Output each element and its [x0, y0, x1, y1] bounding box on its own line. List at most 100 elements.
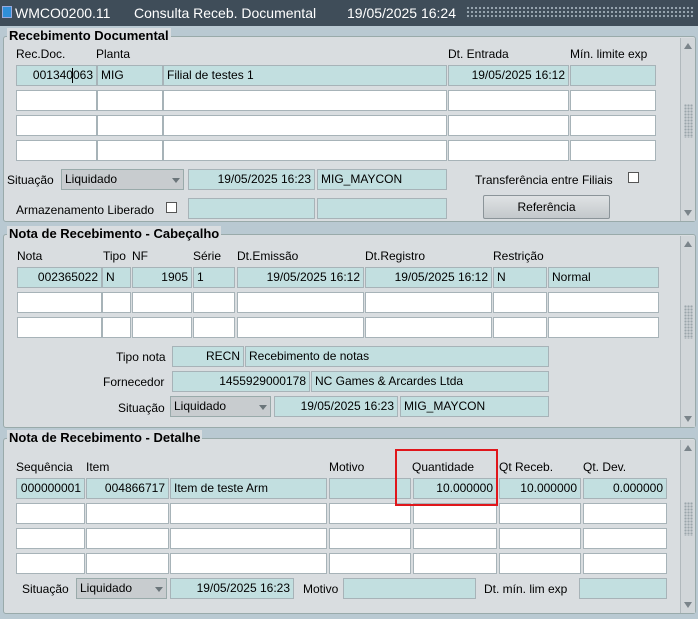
situacao-user-field[interactable]: MIG_MAYCON [317, 169, 447, 190]
qt-dev-field[interactable] [583, 503, 667, 524]
qt-receb-field[interactable] [499, 503, 581, 524]
planta-desc-field[interactable] [163, 115, 447, 136]
situacao-data-field[interactable]: 19/05/2025 16:23 [188, 169, 315, 190]
armazenamento-user-field[interactable] [317, 198, 447, 219]
fornecedor-field[interactable]: 1455929000178 [172, 371, 310, 392]
motivo-field[interactable] [329, 553, 411, 574]
scroll-down-icon[interactable] [684, 210, 692, 216]
quantidade-field[interactable] [413, 503, 497, 524]
planta-field[interactable]: MIG [97, 65, 163, 86]
dt-emissao-field[interactable]: 19/05/2025 16:12 [237, 267, 364, 288]
dt-emissao-field[interactable] [237, 292, 364, 313]
qt-dev-field[interactable] [583, 553, 667, 574]
planta-field[interactable] [97, 115, 163, 136]
situacao-select[interactable]: Liquidado [170, 396, 271, 417]
scroll-grip-icon[interactable] [684, 104, 693, 138]
serie-field[interactable] [193, 292, 235, 313]
situacao-select[interactable]: Liquidado [61, 169, 184, 190]
quantidade-field[interactable] [413, 528, 497, 549]
scroll-down-icon[interactable] [684, 602, 692, 608]
restricao-desc-field[interactable]: Normal [548, 267, 659, 288]
planta-field[interactable] [97, 140, 163, 161]
panel3-scrollbar[interactable] [680, 440, 695, 613]
restricao-desc-field[interactable] [548, 317, 659, 338]
sequencia-field[interactable]: 000000001 [16, 478, 85, 499]
min-limite-field[interactable] [570, 115, 656, 136]
motivo-field[interactable] [329, 528, 411, 549]
dt-entrada-field[interactable] [448, 90, 569, 111]
tipo-field[interactable] [102, 317, 131, 338]
tipo-field[interactable] [102, 292, 131, 313]
nf-field[interactable] [132, 317, 192, 338]
dt-min-field[interactable] [579, 578, 667, 599]
sequencia-field[interactable] [16, 503, 85, 524]
item-desc-field[interactable] [170, 528, 327, 549]
restricao-field[interactable]: N [493, 267, 547, 288]
armazenamento-checkbox[interactable] [166, 202, 177, 213]
nota-field[interactable] [17, 292, 102, 313]
scroll-down-icon[interactable] [684, 416, 692, 422]
qt-dev-field[interactable] [583, 528, 667, 549]
sequencia-field[interactable] [16, 553, 85, 574]
scroll-up-icon[interactable] [684, 445, 692, 451]
min-limite-field[interactable] [570, 90, 656, 111]
qt-receb-field[interactable]: 10.000000 [499, 478, 581, 499]
panel2-scrollbar[interactable] [680, 236, 695, 427]
item-field[interactable] [86, 528, 169, 549]
situacao-data-field[interactable]: 19/05/2025 16:23 [274, 396, 398, 417]
nota-field[interactable]: 002365022 [17, 267, 102, 288]
scroll-grip-icon[interactable] [684, 502, 693, 536]
tipo-nota-desc-field[interactable]: Recebimento de notas [245, 346, 549, 367]
serie-field[interactable]: 1 [193, 267, 235, 288]
item-desc-field[interactable] [170, 503, 327, 524]
scroll-up-icon[interactable] [684, 43, 692, 49]
nf-field[interactable] [132, 292, 192, 313]
min-limite-field[interactable] [570, 140, 656, 161]
armazenamento-data-field[interactable] [188, 198, 315, 219]
rec-doc-field[interactable] [16, 115, 97, 136]
referencia-button[interactable]: Referência [483, 195, 610, 219]
planta-desc-field[interactable]: Filial de testes 1 [163, 65, 447, 86]
tipo-field[interactable]: N [102, 267, 131, 288]
motivo-field[interactable] [329, 503, 411, 524]
serie-field[interactable] [193, 317, 235, 338]
item-field[interactable] [86, 553, 169, 574]
panel1-scrollbar[interactable] [680, 38, 695, 221]
item-field[interactable]: 004866717 [86, 478, 169, 499]
scroll-grip-icon[interactable] [684, 305, 693, 339]
planta-desc-field[interactable] [163, 140, 447, 161]
qt-receb-field[interactable] [499, 528, 581, 549]
restricao-field[interactable] [493, 292, 547, 313]
dt-registro-field[interactable] [365, 317, 492, 338]
fornecedor-nome-field[interactable]: NC Games & Arcardes Ltda [311, 371, 549, 392]
item-desc-field[interactable]: Item de teste Arm [170, 478, 327, 499]
dt-registro-field[interactable]: 19/05/2025 16:12 [365, 267, 492, 288]
dt-registro-field[interactable] [365, 292, 492, 313]
dt-entrada-field[interactable]: 19/05/2025 16:12 [448, 65, 569, 86]
nota-field[interactable] [17, 317, 102, 338]
transferencia-checkbox[interactable] [628, 172, 639, 183]
restricao-desc-field[interactable] [548, 292, 659, 313]
item-field[interactable] [86, 503, 169, 524]
planta-field[interactable] [97, 90, 163, 111]
min-limite-field[interactable] [570, 65, 656, 86]
situacao-select[interactable]: Liquidado [76, 578, 167, 599]
dt-emissao-field[interactable] [237, 317, 364, 338]
rec-doc-field[interactable] [16, 140, 97, 161]
planta-desc-field[interactable] [163, 90, 447, 111]
rec-doc-field[interactable]: 001340063 [16, 65, 97, 86]
qt-dev-field[interactable]: 0.000000 [583, 478, 667, 499]
situacao-data-field[interactable]: 19/05/2025 16:23 [170, 578, 294, 599]
dt-entrada-field[interactable] [448, 115, 569, 136]
quantidade-field[interactable] [413, 553, 497, 574]
situacao-user-field[interactable]: MIG_MAYCON [400, 396, 549, 417]
tipo-nota-field[interactable]: RECN [172, 346, 244, 367]
scroll-up-icon[interactable] [684, 241, 692, 247]
sequencia-field[interactable] [16, 528, 85, 549]
dt-entrada-field[interactable] [448, 140, 569, 161]
nf-field[interactable]: 1905 [132, 267, 192, 288]
qt-receb-field[interactable] [499, 553, 581, 574]
restricao-field[interactable] [493, 317, 547, 338]
item-desc-field[interactable] [170, 553, 327, 574]
rec-doc-field[interactable] [16, 90, 97, 111]
